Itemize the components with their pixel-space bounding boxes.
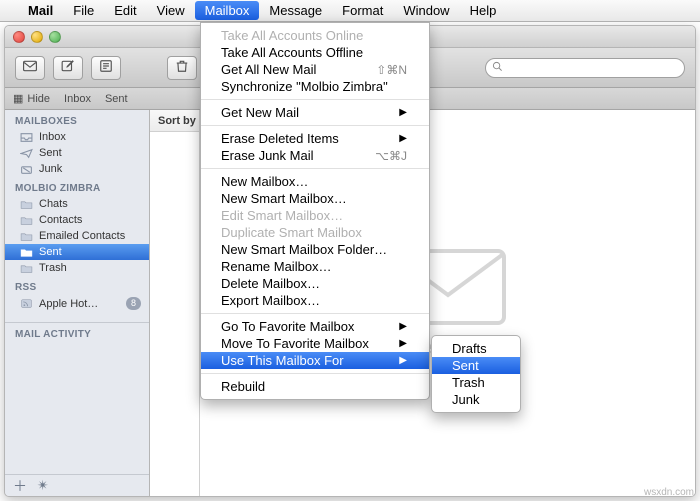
menu-item-get-all-new-mail[interactable]: Get All New Mail⇧⌘N	[201, 61, 429, 78]
close-window-icon[interactable]	[13, 31, 25, 43]
sidebar: MAILBOXES Inbox Sent Junk MOLBIO ZIMBRA …	[5, 110, 150, 496]
envelope-icon	[23, 59, 37, 76]
menu-item-export-mailbox[interactable]: Export Mailbox…	[201, 292, 429, 309]
sidebar-footer: ＋ ✴︎	[5, 474, 149, 496]
menu-item-edit-smart-mailbox: Edit Smart Mailbox…	[201, 207, 429, 224]
folder-icon	[19, 214, 33, 226]
sidebar-section-mailboxes: MAILBOXES	[5, 110, 149, 129]
submenu-arrow-icon: ▶	[369, 133, 407, 144]
sent-icon	[19, 147, 33, 159]
sidebar-item-sent[interactable]: Sent	[5, 145, 149, 161]
sidebar-item-chats[interactable]: Chats	[5, 196, 149, 212]
menu-item-new-smart-mailbox[interactable]: New Smart Mailbox…	[201, 190, 429, 207]
menu-item-erase-junk-mail[interactable]: Erase Junk Mail⌥⌘J	[201, 147, 429, 164]
menu-item-erase-deleted-items[interactable]: Erase Deleted Items▶	[201, 130, 429, 147]
inbox-icon	[19, 131, 33, 143]
sort-header[interactable]: Sort by Da	[150, 110, 199, 132]
sidebar-section-activity: MAIL ACTIVITY	[5, 323, 149, 342]
minimize-window-icon[interactable]	[31, 31, 43, 43]
menu-item-duplicate-smart-mailbox: Duplicate Smart Mailbox	[201, 224, 429, 241]
menu-item-use-this-mailbox-for[interactable]: Use This Mailbox For▶	[201, 352, 429, 369]
menubar-app[interactable]: Mail	[18, 1, 63, 20]
menu-item-synchronize-molbio-zimbra[interactable]: Synchronize "Molbio Zimbra"	[201, 78, 429, 95]
menubar-mailbox[interactable]: Mailbox	[195, 1, 260, 20]
folder-icon	[19, 198, 33, 210]
folder-icon	[19, 262, 33, 274]
message-list: Sort by Da	[150, 110, 200, 496]
menubar-view[interactable]: View	[147, 1, 195, 20]
search-icon	[492, 61, 503, 75]
menubar-format[interactable]: Format	[332, 1, 393, 20]
menubar-help[interactable]: Help	[460, 1, 507, 20]
menubar-window[interactable]: Window	[393, 1, 459, 20]
submenu-item-trash[interactable]: Trash	[432, 374, 520, 391]
menu-item-move-to-favorite-mailbox[interactable]: Move To Favorite Mailbox▶	[201, 335, 429, 352]
delete-button[interactable]	[167, 56, 197, 80]
menubar-edit[interactable]: Edit	[104, 1, 146, 20]
menu-separator	[201, 313, 429, 314]
menu-separator	[201, 125, 429, 126]
menu-item-rebuild[interactable]: Rebuild	[201, 378, 429, 395]
sidebar-item-emailed-contacts[interactable]: Emailed Contacts	[5, 228, 149, 244]
mac-menubar: Mail File Edit View Mailbox Message Form…	[0, 0, 700, 22]
menu-item-rename-mailbox[interactable]: Rename Mailbox…	[201, 258, 429, 275]
use-this-mailbox-for-submenu: DraftsSentTrashJunk	[431, 335, 521, 413]
submenu-arrow-icon: ▶	[369, 107, 407, 118]
sidebar-item-inbox[interactable]: Inbox	[5, 129, 149, 145]
mailbox-menu: Take All Accounts OnlineTake All Account…	[200, 22, 430, 400]
sidebar-item-account-sent[interactable]: Sent	[5, 244, 149, 260]
submenu-item-sent[interactable]: Sent	[432, 357, 520, 374]
menu-item-new-smart-mailbox-folder[interactable]: New Smart Mailbox Folder…	[201, 241, 429, 258]
menu-separator	[201, 99, 429, 100]
unread-badge: 8	[126, 297, 141, 310]
menu-item-new-mailbox[interactable]: New Mailbox…	[201, 173, 429, 190]
menu-item-delete-mailbox[interactable]: Delete Mailbox…	[201, 275, 429, 292]
folder-icon	[19, 230, 33, 242]
sidebar-section-account: MOLBIO ZIMBRA	[5, 177, 149, 196]
menu-separator	[201, 373, 429, 374]
sidebar-item-junk[interactable]: Junk	[5, 161, 149, 177]
zoom-window-icon[interactable]	[49, 31, 61, 43]
add-button[interactable]: ＋	[13, 476, 27, 496]
note-icon	[99, 59, 113, 76]
menubar-message[interactable]: Message	[259, 1, 332, 20]
submenu-arrow-icon: ▶	[369, 355, 407, 366]
favbar-inbox[interactable]: Inbox	[64, 93, 91, 105]
submenu-item-drafts[interactable]: Drafts	[432, 340, 520, 357]
action-button[interactable]: ✴︎	[37, 477, 49, 494]
menu-item-go-to-favorite-mailbox[interactable]: Go To Favorite Mailbox▶	[201, 318, 429, 335]
favbar-sent[interactable]: Sent	[105, 93, 128, 105]
submenu-item-junk[interactable]: Junk	[432, 391, 520, 408]
sidebar-item-trash[interactable]: Trash	[5, 260, 149, 276]
compose-icon	[61, 59, 75, 76]
get-mail-button[interactable]	[15, 56, 45, 80]
trash-icon	[175, 59, 189, 76]
hide-sidebar-button[interactable]: ▦ Hide	[13, 92, 50, 105]
window-controls	[13, 31, 61, 43]
menu-item-take-all-accounts-online: Take All Accounts Online	[201, 27, 429, 44]
sidebar-item-contacts[interactable]: Contacts	[5, 212, 149, 228]
rss-icon	[19, 298, 33, 310]
search-field[interactable]	[485, 58, 685, 78]
sidebar-item-rss-apple[interactable]: Apple Hot… 8	[5, 295, 149, 312]
shortcut: ⌥⌘J	[345, 149, 407, 163]
note-button[interactable]	[91, 56, 121, 80]
junk-icon	[19, 163, 33, 175]
folder-icon	[19, 246, 33, 258]
search-input[interactable]	[507, 61, 678, 75]
menubar-file[interactable]: File	[63, 1, 104, 20]
disclosure-icon: ▦	[13, 92, 23, 105]
compose-button[interactable]	[53, 56, 83, 80]
watermark: wsxdn.com	[644, 487, 694, 498]
sidebar-section-rss: RSS	[5, 276, 149, 295]
submenu-arrow-icon: ▶	[369, 338, 407, 349]
menu-item-take-all-accounts-offline[interactable]: Take All Accounts Offline	[201, 44, 429, 61]
submenu-arrow-icon: ▶	[369, 321, 407, 332]
shortcut: ⇧⌘N	[346, 63, 407, 77]
menu-item-get-new-mail[interactable]: Get New Mail▶	[201, 104, 429, 121]
menu-separator	[201, 168, 429, 169]
